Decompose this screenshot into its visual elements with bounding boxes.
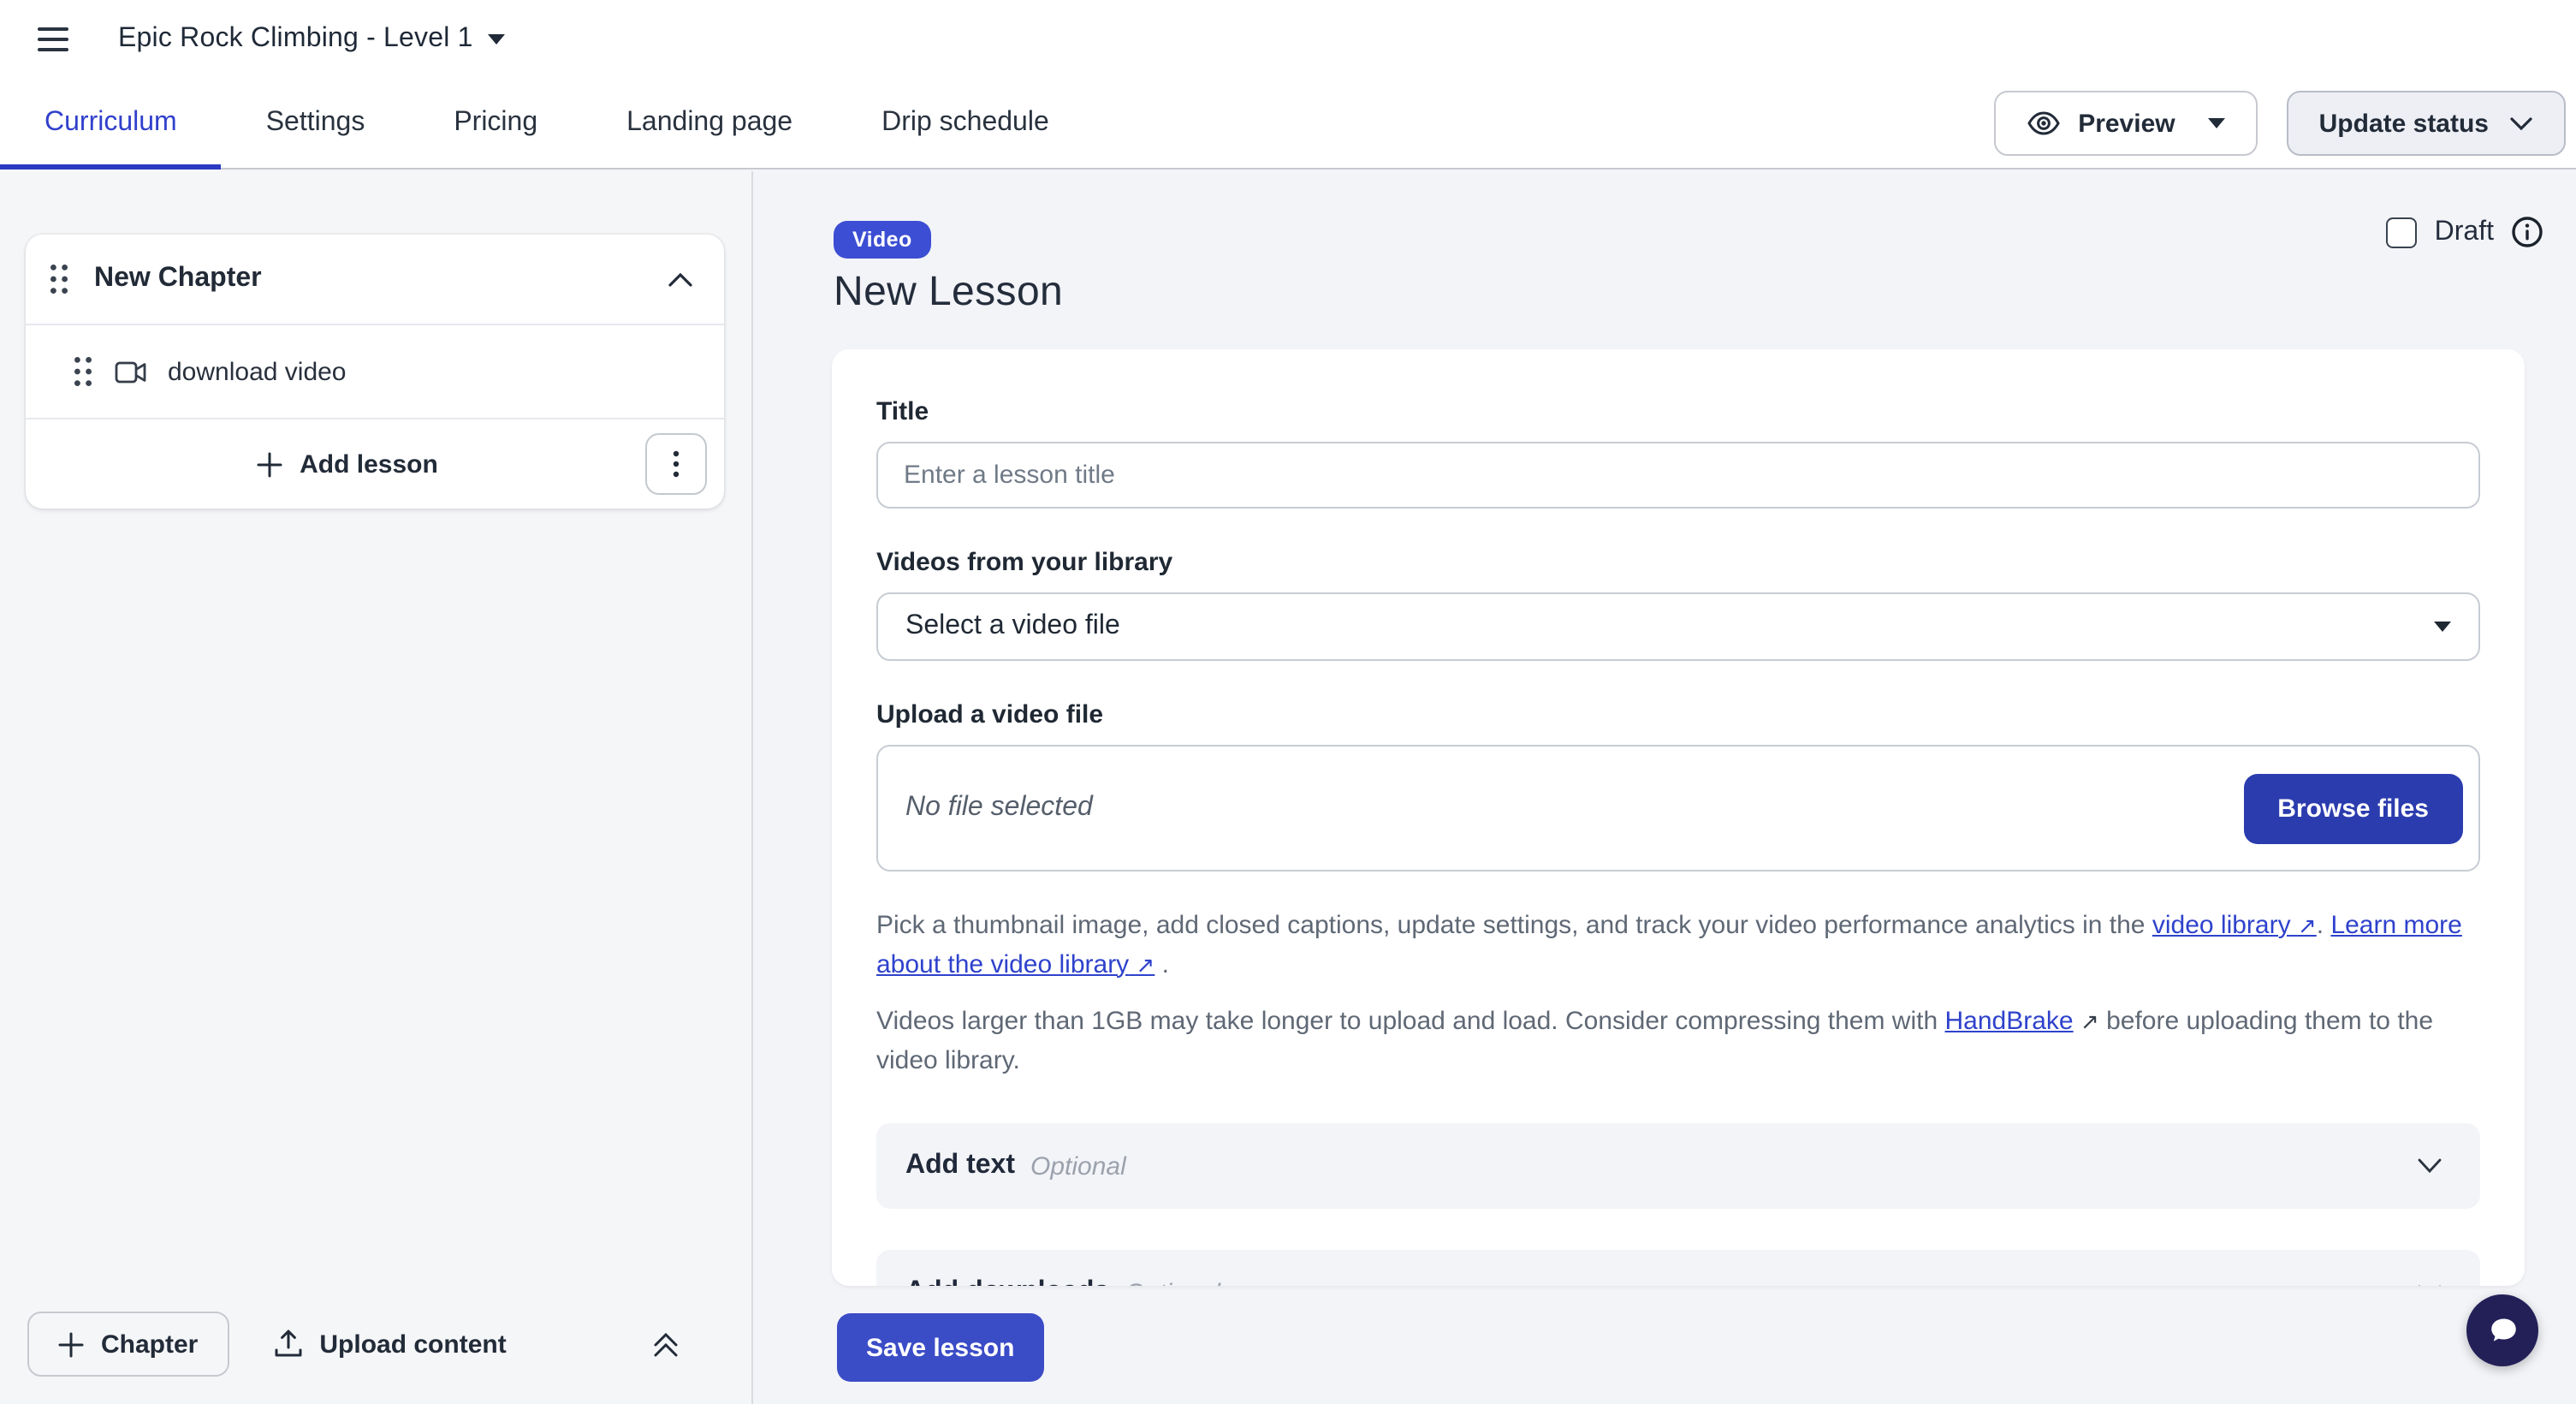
- top-bar: Epic Rock Climbing - Level 1: [0, 0, 2576, 79]
- course-title-label: Epic Rock Climbing - Level 1: [118, 24, 473, 53]
- tab-pricing[interactable]: Pricing: [409, 79, 582, 168]
- add-lesson-label: Add lesson: [300, 449, 438, 479]
- draft-label: Draft: [2435, 217, 2494, 247]
- kebab-icon: [673, 450, 680, 478]
- handbrake-link-label: HandBrake: [1945, 1007, 2074, 1036]
- draft-toggle: Draft: [2387, 216, 2543, 248]
- chapter-footer: Add lesson: [26, 419, 724, 509]
- help-text: .: [1154, 949, 1169, 979]
- video-file-select-value: Select a video file: [905, 611, 1120, 642]
- upload-video-label: Upload a video file: [876, 700, 2480, 729]
- plus-icon: [58, 1331, 84, 1357]
- app-window: Epic Rock Climbing - Level 1 Curriculum …: [0, 0, 2576, 1404]
- course-title[interactable]: Epic Rock Climbing - Level 1: [118, 24, 506, 55]
- curriculum-sidebar: New Chapter download video: [0, 171, 753, 1404]
- add-lesson-button[interactable]: Add lesson: [50, 419, 645, 509]
- no-file-text: No file selected: [905, 793, 1093, 824]
- compression-help-text: Videos larger than 1GB may take longer t…: [876, 1003, 2480, 1080]
- optional-label: Optional: [1125, 1278, 1220, 1286]
- caret-down-icon: [2208, 118, 2225, 128]
- caret-down-icon: [489, 34, 506, 45]
- chapter-menu-button[interactable]: [645, 433, 707, 495]
- chapter-header[interactable]: New Chapter: [26, 235, 724, 324]
- title-label: Title: [876, 397, 2480, 426]
- info-icon[interactable]: [2511, 216, 2543, 248]
- tabs: Curriculum Settings Pricing Landing page…: [0, 79, 1094, 168]
- upload-icon: [273, 1329, 302, 1359]
- tab-landing-page[interactable]: Landing page: [582, 79, 837, 168]
- help-text: .: [2317, 911, 2331, 940]
- optional-label: Optional: [1030, 1151, 1126, 1181]
- lesson-type-badge: Video: [834, 221, 931, 259]
- chapter-card: New Chapter download video: [26, 235, 724, 509]
- lesson-title: download video: [168, 357, 347, 386]
- hamburger-menu-icon[interactable]: [38, 27, 68, 51]
- draft-checkbox[interactable]: [2387, 217, 2418, 247]
- collapse-all-icon[interactable]: [652, 1330, 680, 1359]
- plus-icon: [257, 451, 282, 477]
- lesson-form-card: Title Videos from your library Select a …: [832, 349, 2525, 1286]
- drag-handle-icon[interactable]: [50, 264, 68, 294]
- tab-drip-schedule[interactable]: Drip schedule: [837, 79, 1094, 168]
- save-lesson-button[interactable]: Save lesson: [837, 1313, 1043, 1382]
- video-file-select[interactable]: Select a video file: [876, 592, 2480, 661]
- preview-button[interactable]: Preview: [1994, 91, 2257, 156]
- upload-content-button[interactable]: Upload content: [273, 1329, 506, 1359]
- sidebar-footer: Chapter Upload content: [0, 1312, 751, 1377]
- page-title: New Lesson: [834, 269, 2525, 317]
- add-downloads-accordion[interactable]: Add downloads Optional: [876, 1250, 2480, 1286]
- add-downloads-label: Add downloads: [905, 1277, 1109, 1286]
- browse-files-button[interactable]: Browse files: [2243, 773, 2463, 843]
- tab-bar: Curriculum Settings Pricing Landing page…: [0, 79, 2576, 170]
- preview-label: Preview: [2078, 109, 2175, 138]
- tab-bar-actions: Preview Update status: [1994, 79, 2576, 168]
- eye-icon: [2027, 110, 2061, 137]
- lesson-title-input[interactable]: [876, 442, 2480, 509]
- video-camera-icon: [115, 360, 147, 383]
- video-library-link-label: video library: [2152, 911, 2291, 940]
- add-text-label: Add text: [905, 1151, 1015, 1181]
- update-status-button[interactable]: Update status: [2287, 91, 2566, 156]
- help-text: Videos larger than 1GB may take longer t…: [876, 1007, 1945, 1036]
- video-library-label: Videos from your library: [876, 548, 2480, 577]
- upload-content-label: Upload content: [319, 1330, 506, 1359]
- drag-handle-icon[interactable]: [74, 356, 92, 387]
- add-text-accordion[interactable]: Add text Optional: [876, 1123, 2480, 1209]
- video-library-help-text: Pick a thumbnail image, add closed capti…: [876, 907, 2480, 985]
- update-status-label: Update status: [2319, 109, 2489, 138]
- chevron-down-icon: [2417, 1157, 2442, 1175]
- help-text: Pick a thumbnail image, add closed capti…: [876, 911, 2152, 940]
- chevron-down-icon: [2509, 116, 2533, 131]
- chat-bubble-icon: [2482, 1310, 2523, 1351]
- lesson-row[interactable]: download video: [26, 325, 724, 418]
- chevron-up-icon[interactable]: [668, 271, 693, 287]
- tab-curriculum[interactable]: Curriculum: [0, 79, 222, 168]
- external-link-icon: ↗: [2080, 1008, 2099, 1034]
- external-link-icon: ↗: [2298, 913, 2317, 938]
- caret-down-icon: [2434, 622, 2451, 632]
- add-chapter-label: Chapter: [101, 1330, 198, 1359]
- add-chapter-button[interactable]: Chapter: [27, 1312, 229, 1377]
- file-upload-dropzone[interactable]: No file selected Browse files: [876, 745, 2480, 872]
- lesson-header: Video New Lesson: [834, 221, 2525, 317]
- video-library-link[interactable]: video library ↗: [2152, 911, 2317, 940]
- lesson-editor: Video New Lesson Draft Title Videos from…: [753, 171, 2576, 1404]
- handbrake-link[interactable]: HandBrake: [1945, 1007, 2074, 1036]
- external-link-icon: ↗: [1137, 951, 1155, 977]
- tab-settings[interactable]: Settings: [222, 79, 410, 168]
- chat-widget-button[interactable]: [2466, 1294, 2538, 1366]
- chapter-title: New Chapter: [94, 264, 262, 294]
- chevron-down-icon: [2417, 1284, 2442, 1286]
